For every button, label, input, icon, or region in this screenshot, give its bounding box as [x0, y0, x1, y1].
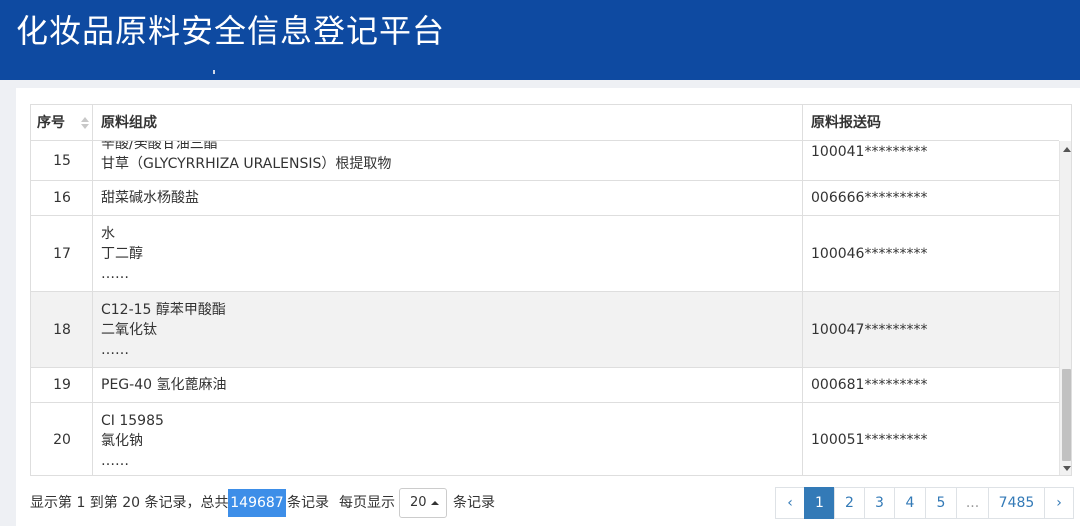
column-header-ingredients: 原料组成	[93, 105, 803, 141]
ingredient-line: C12-15 醇苯甲酸酯	[101, 302, 226, 318]
table-row: 18 C12-15 醇苯甲酸酯 二氧化钛 …… 100047*********	[31, 292, 1059, 368]
ingredient-line: 丁二醇	[101, 246, 143, 262]
submission-code: 000681*********	[811, 377, 928, 393]
row-index: 20	[53, 432, 71, 448]
record-summary-suffix: 条记录	[287, 495, 329, 511]
ingredient-line: PEG-40 氢化蓖麻油	[101, 377, 227, 393]
data-table: 序号 原料组成 原料报送码 15 辛酸/癸酸甘油三酯 甘草（GLYCYRRHIZ…	[30, 104, 1072, 476]
per-page-label: 每页显示	[339, 495, 395, 511]
header-divider	[213, 70, 215, 74]
row-index: 19	[53, 377, 71, 393]
column-header-index[interactable]: 序号	[31, 105, 93, 141]
scrollbar-thumb[interactable]	[1062, 369, 1071, 461]
column-header-index-label: 序号	[37, 115, 65, 131]
scroll-up-arrow-icon[interactable]	[1063, 147, 1071, 152]
ingredient-ellipsis: ……	[101, 266, 129, 282]
row-index: 18	[53, 321, 71, 338]
table-scrollbar[interactable]	[1059, 141, 1071, 475]
table-row: 16 甜菜碱水杨酸盐 006666*********	[31, 181, 1059, 216]
pagination-last-page[interactable]: 7485	[988, 487, 1045, 519]
table-header: 序号 原料组成 原料报送码	[31, 105, 1059, 141]
table-row: 19 PEG-40 氢化蓖麻油 000681*********	[31, 368, 1059, 403]
column-header-code: 原料报送码	[811, 115, 881, 131]
record-summary: 显示第 1 到第 20 条记录，总共	[30, 495, 229, 511]
page-size-suffix: 条记录	[453, 495, 495, 511]
scroll-down-arrow-icon[interactable]	[1063, 466, 1071, 471]
table-body: 15 辛酸/癸酸甘油三酯 甘草（GLYCYRRHIZA URALENSIS）根提…	[31, 141, 1059, 475]
row-index: 15	[53, 152, 71, 169]
table-row: 15 辛酸/癸酸甘油三酯 甘草（GLYCYRRHIZA URALENSIS）根提…	[31, 141, 1059, 181]
pagination-next[interactable]: ›	[1044, 487, 1074, 519]
pagination-page-3[interactable]: 3	[864, 487, 895, 519]
ingredient-line: 甘草（GLYCYRRHIZA URALENSIS）根提取物	[101, 156, 392, 172]
pagination-page-5[interactable]: 5	[925, 487, 957, 519]
table-row: 17 水 丁二醇 …… 100046*********	[31, 216, 1059, 292]
page-size-select[interactable]: 20	[399, 488, 447, 518]
caret-up-icon	[431, 501, 439, 505]
ingredient-ellipsis: ……	[101, 453, 129, 469]
table-row: 20 CI 15985 氯化钠 …… 100051*********	[31, 403, 1059, 475]
pagination-prev[interactable]: ‹	[775, 487, 805, 519]
page-size-value: 20	[410, 495, 427, 510]
row-index: 16	[53, 190, 71, 206]
pagination-ellipsis: ...	[956, 487, 989, 519]
ingredient-line: 辛酸/癸酸甘油三酯	[101, 141, 218, 152]
submission-code: 100041*********	[811, 144, 928, 160]
total-record-count: 149687	[228, 489, 286, 517]
submission-code: 100047*********	[811, 321, 928, 338]
submission-code: 100051*********	[811, 432, 928, 448]
site-title: 化妆品原料安全信息登记平台	[16, 12, 446, 50]
ingredient-line: CI 15985	[101, 413, 164, 429]
sort-icon[interactable]	[81, 117, 89, 129]
pagination-page-1[interactable]: 1	[804, 487, 835, 519]
ingredient-line: 甜菜碱水杨酸盐	[101, 190, 199, 206]
ingredient-line: 二氧化钛	[101, 322, 157, 338]
ingredient-line: 氯化钠	[101, 433, 143, 449]
pagination-page-2[interactable]: 2	[834, 487, 865, 519]
ingredient-ellipsis: ……	[101, 342, 129, 358]
row-index: 17	[53, 245, 71, 262]
pagination-page-4[interactable]: 4	[894, 487, 926, 519]
submission-code: 006666*********	[811, 190, 928, 206]
ingredient-line: 水	[101, 226, 115, 242]
header-bar: 化妆品原料安全信息登记平台	[0, 0, 1080, 80]
submission-code: 100046*********	[811, 245, 928, 262]
